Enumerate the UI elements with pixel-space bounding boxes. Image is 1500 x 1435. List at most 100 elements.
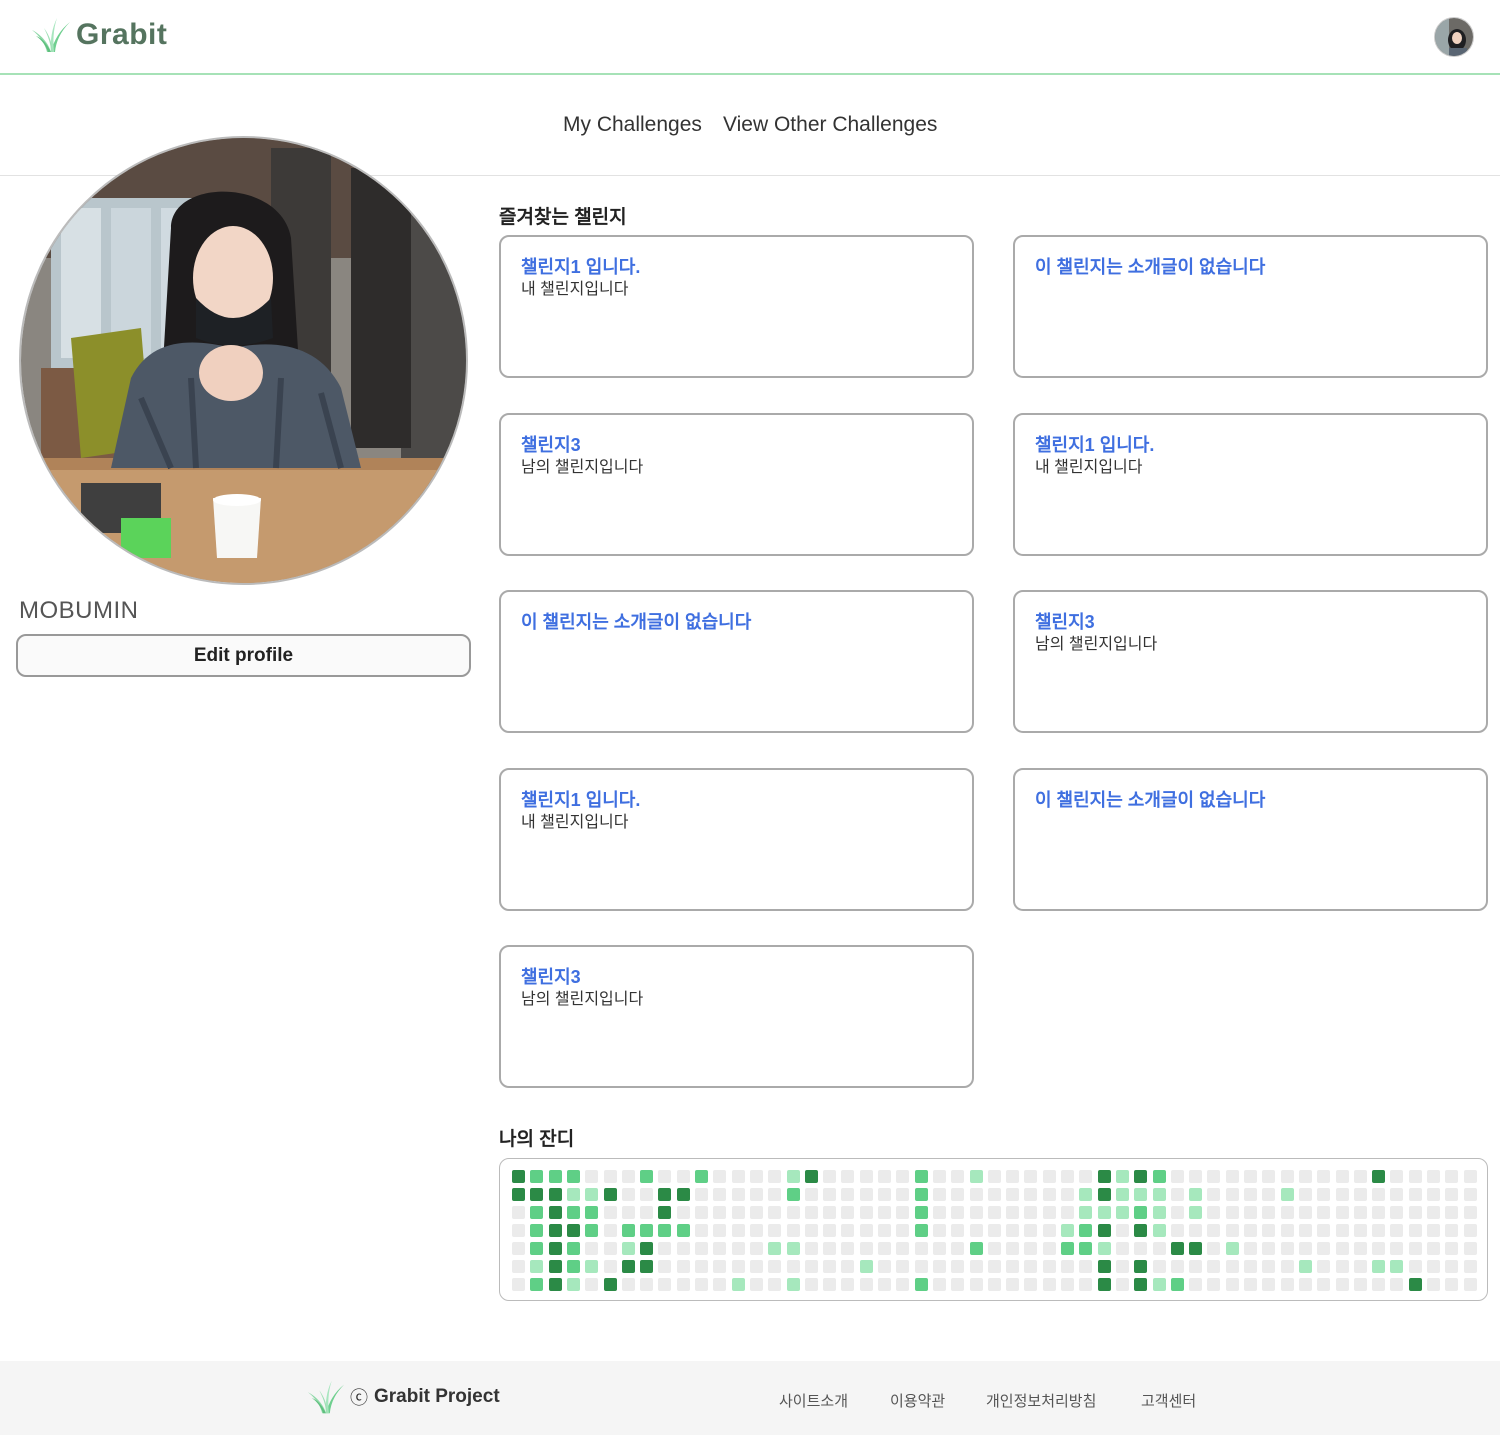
grass-cell <box>731 1188 745 1201</box>
nav-my-challenges[interactable]: My Challenges <box>563 113 702 137</box>
footer-link-about[interactable]: 사이트소개 <box>779 1390 848 1411</box>
grass-cell <box>823 1242 837 1255</box>
grass-cell <box>951 1278 965 1291</box>
grass-cell <box>969 1206 983 1219</box>
grass-cell <box>676 1278 690 1291</box>
challenge-card[interactable]: 챌린지1 입니다. 내 챌린지입니다 <box>1013 413 1488 556</box>
grass-cell <box>1298 1278 1312 1291</box>
footer-link-terms[interactable]: 이용약관 <box>890 1390 945 1411</box>
grass-cell <box>1390 1170 1404 1183</box>
grass-cell <box>530 1170 544 1183</box>
grass-cell <box>1079 1206 1093 1219</box>
grass-cell <box>1427 1224 1440 1237</box>
challenge-card[interactable]: 이 챌린지는 소개글이 없습니다 <box>499 590 974 733</box>
grass-cell <box>914 1260 928 1273</box>
grass-cell <box>768 1170 782 1183</box>
challenge-card[interactable]: 챌린지1 입니다. 내 챌린지입니다 <box>499 768 974 911</box>
grass-cell <box>1152 1188 1166 1201</box>
grass-cell <box>786 1188 800 1201</box>
edit-profile-button[interactable]: Edit profile <box>16 634 471 677</box>
grass-cell <box>1189 1242 1203 1255</box>
challenge-card-title: 이 챌린지는 소개글이 없습니다 <box>1035 257 1266 277</box>
grass-cell <box>1207 1278 1221 1291</box>
grass-cell <box>951 1188 965 1201</box>
grass-leaf-icon <box>307 1380 345 1414</box>
brand-logo[interactable]: Grabit <box>30 14 167 56</box>
grass-cell <box>621 1188 635 1201</box>
challenge-card-desc: 남의 챌린지입니다 <box>521 991 644 1008</box>
grass-cell <box>786 1224 800 1237</box>
grass-cell <box>1427 1242 1440 1255</box>
user-avatar[interactable] <box>1434 17 1474 57</box>
grass-cell <box>969 1260 983 1273</box>
grass-cell <box>1353 1188 1367 1201</box>
grass-cell <box>969 1242 983 1255</box>
grass-cell <box>1042 1170 1056 1183</box>
grass-cell <box>713 1278 727 1291</box>
grass-cell <box>1317 1206 1331 1219</box>
footer-link-privacy[interactable]: 개인정보처리방침 <box>986 1390 1096 1411</box>
challenge-card[interactable]: 챌린지3 남의 챌린지입니다 <box>1013 590 1488 733</box>
grass-cell <box>1244 1170 1257 1183</box>
grass-cell <box>859 1224 873 1237</box>
challenge-card[interactable]: 챌린지3 남의 챌린지입니다 <box>499 413 974 556</box>
grass-cell <box>1372 1260 1386 1273</box>
grass-cell <box>530 1242 544 1255</box>
grass-cell <box>530 1188 544 1201</box>
grass-cell <box>1024 1242 1038 1255</box>
grass-cell <box>676 1188 690 1201</box>
grass-cell <box>1115 1170 1129 1183</box>
grass-cell <box>1061 1170 1074 1183</box>
copyright-icon: ⓒ <box>350 1388 368 1408</box>
grass-cell <box>676 1224 690 1237</box>
grass-cell <box>1445 1170 1459 1183</box>
grass-cell <box>640 1260 654 1273</box>
grass-cell <box>859 1170 873 1183</box>
grass-cell <box>676 1260 690 1273</box>
nav-view-other-challenges[interactable]: View Other Challenges <box>723 113 937 137</box>
activity-grass-grid <box>499 1158 1488 1301</box>
grass-cell <box>640 1278 654 1291</box>
grass-cell <box>1042 1206 1056 1219</box>
grass-cell <box>640 1170 654 1183</box>
grass-cell <box>566 1242 580 1255</box>
grass-cell <box>1225 1278 1239 1291</box>
grass-cell <box>1134 1242 1148 1255</box>
grass-cell <box>1207 1224 1221 1237</box>
grass-cell <box>1134 1224 1148 1237</box>
grass-cell <box>603 1188 617 1201</box>
grass-cell <box>896 1260 910 1273</box>
grass-cell <box>1372 1206 1386 1219</box>
challenge-card[interactable]: 이 챌린지는 소개글이 없습니다 <box>1013 768 1488 911</box>
grass-cell <box>1298 1224 1312 1237</box>
grass-cell <box>1463 1242 1477 1255</box>
grass-cell <box>1244 1242 1257 1255</box>
grass-cell <box>621 1260 635 1273</box>
grass-cell <box>658 1224 672 1237</box>
grass-cell <box>1189 1188 1203 1201</box>
grass-cell <box>1115 1260 1129 1273</box>
grass-cell <box>1061 1224 1074 1237</box>
challenge-card[interactable]: 챌린지3 남의 챌린지입니다 <box>499 945 974 1088</box>
grass-cell <box>1280 1206 1294 1219</box>
footer-link-support[interactable]: 고객센터 <box>1141 1390 1196 1411</box>
challenge-card[interactable]: 이 챌린지는 소개글이 없습니다 <box>1013 235 1488 378</box>
challenge-card[interactable]: 챌린지1 입니다. 내 챌린지입니다 <box>499 235 974 378</box>
grass-cell <box>749 1206 763 1219</box>
grass-cell <box>1207 1206 1221 1219</box>
grass-cell <box>1207 1188 1221 1201</box>
grass-cell <box>1262 1170 1276 1183</box>
grass-cell <box>1317 1242 1331 1255</box>
footer: ⓒ Grabit Project 사이트소개 이용약관 개인정보처리방침 고객센… <box>0 1361 1500 1435</box>
grass-cell <box>1225 1224 1239 1237</box>
grass-cell <box>1280 1242 1294 1255</box>
grass-cell <box>1353 1170 1367 1183</box>
grass-cell <box>1152 1170 1166 1183</box>
grass-cell <box>695 1188 708 1201</box>
brand-name: Grabit <box>76 18 168 51</box>
grass-cell <box>823 1278 837 1291</box>
grass-cell <box>804 1170 818 1183</box>
grass-cell <box>566 1260 580 1273</box>
grass-cell <box>585 1206 599 1219</box>
grass-cell <box>1134 1278 1148 1291</box>
